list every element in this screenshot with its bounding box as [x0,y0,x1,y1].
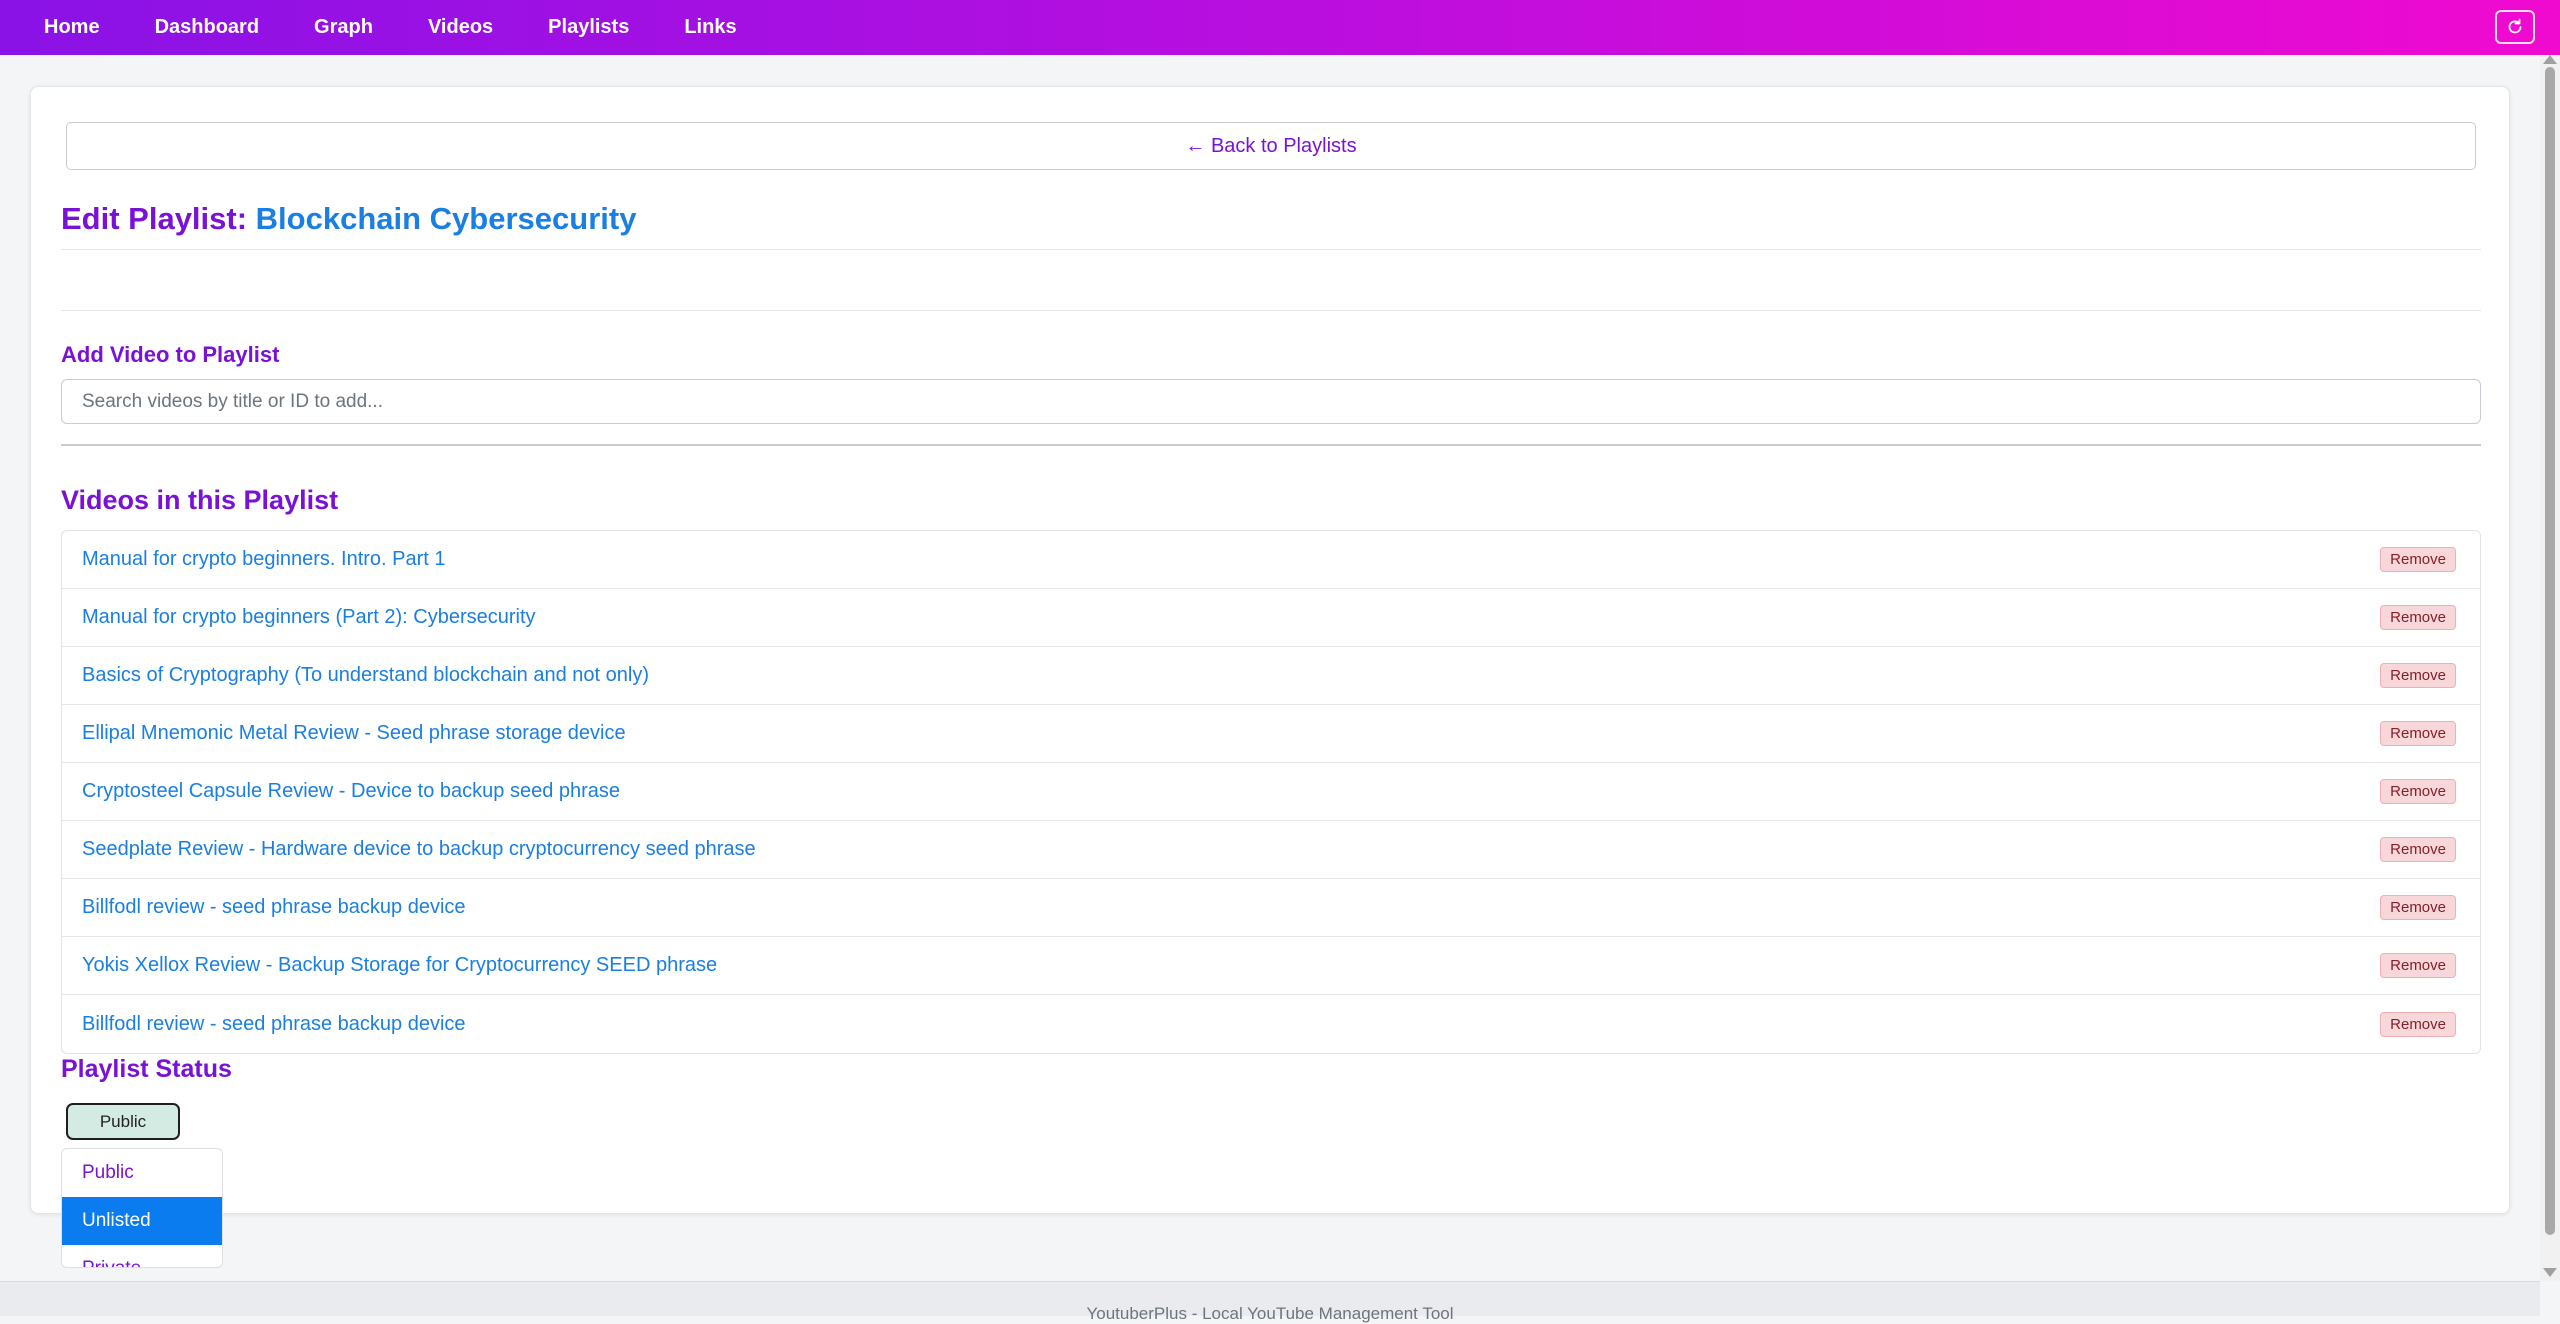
status-dropdown: Public Unlisted Private [61,1148,223,1268]
nav-dashboard[interactable]: Dashboard [155,16,259,39]
page-scrollbar[interactable] [2540,55,2560,1281]
nav-graph[interactable]: Graph [314,16,373,39]
add-video-heading: Add Video to Playlist [61,342,280,367]
list-item: Ellipal Mnemonic Metal Review - Seed phr… [62,705,2480,763]
edit-playlist-card: ← Back to Playlists Edit Playlist: Block… [30,86,2510,1268]
divider [61,249,2481,250]
videos-heading: Videos in this Playlist [61,485,339,515]
refresh-button[interactable] [2495,10,2535,44]
list-item: Cryptosteel Capsule Review - Device to b… [62,763,2480,821]
remove-button[interactable]: Remove [2380,953,2456,978]
playlist-video-list: Manual for crypto beginners. Intro. Part… [61,530,2481,1054]
remove-button[interactable]: Remove [2380,663,2456,688]
video-title-link[interactable]: Yokis Xellox Review - Backup Storage for… [82,954,717,977]
list-item: Manual for crypto beginners. Intro. Part… [62,531,2480,589]
list-item: Yokis Xellox Review - Backup Storage for… [62,937,2480,995]
remove-button[interactable]: Remove [2380,721,2456,746]
remove-button[interactable]: Remove [2380,837,2456,862]
nav-playlists[interactable]: Playlists [548,16,629,39]
status-option-public[interactable]: Public [62,1149,222,1197]
list-item: Manual for crypto beginners (Part 2): Cy… [62,589,2480,647]
scroll-thumb[interactable] [2545,67,2555,1235]
status-select[interactable]: Public [66,1103,180,1140]
video-title-link[interactable]: Cryptosteel Capsule Review - Device to b… [82,780,620,803]
page-title: Edit Playlist: Blockchain Cybersecurity [61,201,636,237]
footer: YoutuberPlus - Local YouTube Management … [0,1281,2540,1323]
scroll-up-icon[interactable] [2543,55,2557,64]
divider [61,444,2481,446]
nav-links[interactable]: Links [684,16,736,39]
back-to-playlists-button[interactable]: ← Back to Playlists [66,122,2476,170]
playlist-status-heading: Playlist Status [61,1055,232,1083]
remove-button[interactable]: Remove [2380,895,2456,920]
status-option-private[interactable]: Private [62,1245,222,1267]
remove-button[interactable]: Remove [2380,779,2456,804]
list-item: Billfodl review - seed phrase backup dev… [62,995,2480,1053]
video-title-link[interactable]: Manual for crypto beginners. Intro. Part… [82,548,446,571]
list-item: Billfodl review - seed phrase backup dev… [62,879,2480,937]
video-title-link[interactable]: Manual for crypto beginners (Part 2): Cy… [82,606,536,629]
nav-videos[interactable]: Videos [428,16,493,39]
video-search-input[interactable] [61,379,2481,424]
nav-home[interactable]: Home [44,16,100,39]
scroll-down-icon[interactable] [2543,1268,2557,1277]
list-item: Basics of Cryptography (To understand bl… [62,647,2480,705]
remove-button[interactable]: Remove [2380,547,2456,572]
video-title-link[interactable]: Billfodl review - seed phrase backup dev… [82,1013,466,1036]
video-title-link[interactable]: Ellipal Mnemonic Metal Review - Seed phr… [82,722,626,745]
page-title-prefix: Edit Playlist: [61,201,248,236]
top-navbar: Home Dashboard Graph Videos Playlists Li… [0,0,2560,55]
remove-button[interactable]: Remove [2380,1011,2456,1037]
refresh-icon [2508,18,2522,34]
status-option-unlisted[interactable]: Unlisted [62,1197,222,1245]
video-title-link[interactable]: Seedplate Review - Hardware device to ba… [82,838,756,861]
footer-text: YoutuberPlus - Local YouTube Management … [1086,1304,1454,1323]
divider [61,310,2481,311]
video-title-link[interactable]: Billfodl review - seed phrase backup dev… [82,896,466,919]
list-item: Seedplate Review - Hardware device to ba… [62,821,2480,879]
remove-button[interactable]: Remove [2380,605,2456,630]
playlist-name: Blockchain Cybersecurity [255,201,637,236]
video-title-link[interactable]: Basics of Cryptography (To understand bl… [82,664,649,687]
